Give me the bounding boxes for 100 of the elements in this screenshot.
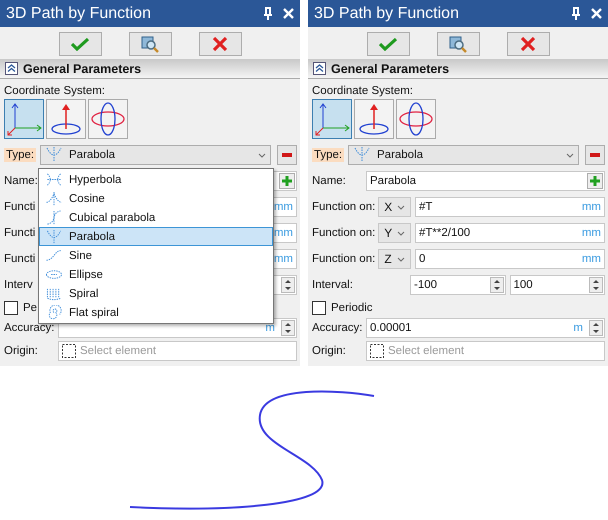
dropdown-option[interactable]: Hyperbola [39,170,273,189]
spin-buttons[interactable] [589,277,603,293]
close-icon[interactable] [591,8,602,19]
coordinate-system-button[interactable] [354,99,394,139]
plus-icon [589,175,601,187]
dropdown-option[interactable]: Ellipse [39,265,273,284]
add-button[interactable] [587,173,603,189]
unit-label: m [573,322,584,334]
curve-icon [45,228,63,244]
coordinate-system-button[interactable] [312,99,352,139]
close-icon[interactable] [283,8,294,19]
coordinate-system-label: Coordinate System: [312,85,414,97]
coordinate-system-button[interactable] [46,99,86,139]
magnifier-icon [449,35,467,53]
unit-label: mm [582,227,602,239]
collapse-icon[interactable] [313,62,326,75]
collapse-icon[interactable] [5,62,18,75]
unit-label: mm [274,201,294,213]
interval-label: Interv [4,279,33,291]
cancel-button[interactable] [198,32,242,56]
dropdown-option[interactable]: Parabola [39,227,273,246]
coordinate-system-label: Coordinate System: [4,85,106,97]
spin-buttons[interactable] [281,320,295,336]
chevron-icon [396,204,405,210]
function-field[interactable]: #T mm [415,197,605,217]
function-label: Function on: [312,201,376,213]
coordinate-system-button[interactable] [88,99,128,139]
interval-label: Interval: [312,279,353,291]
ok-button[interactable] [58,32,102,56]
function-label: Functi [4,227,36,239]
dropdown-option[interactable]: Sine [39,246,273,265]
curve-icon [45,248,63,264]
name-label: Name: [4,175,39,187]
cross-icon [212,36,228,52]
checkmark-icon [71,37,89,51]
dropdown-option[interactable]: Cubical parabola [39,208,273,227]
function-field[interactable]: 0 mm [415,249,605,269]
selection-icon [370,344,384,358]
window-title: 3D Path by Function [6,4,152,22]
spin-buttons[interactable] [490,277,504,293]
name-label: Name: [312,175,347,187]
selection-icon [62,344,76,358]
spin-buttons[interactable] [281,277,295,293]
function-label: Functi [4,201,36,213]
axis-dropdown[interactable]: Z [378,249,411,269]
curve-icon [45,190,63,206]
minus-icon [282,153,292,157]
function-label: Functi [4,253,36,265]
parabola-icon [353,146,371,164]
function-field[interactable]: #T**2/100 mm [415,223,605,243]
periodic-label: Periodic [331,302,373,314]
plus-icon [281,175,293,187]
sphere-icon [398,101,434,137]
periodic-checkbox[interactable] [4,301,18,315]
periodic-label: Pe [23,302,38,314]
spin-buttons[interactable] [589,320,603,336]
interval-start-field[interactable]: -100 [410,275,506,295]
name-field[interactable]: Parabola [366,171,605,191]
origin-label: Origin: [312,345,347,357]
accuracy-label: Accuracy: [4,322,54,334]
accuracy-field[interactable]: 0.00001 m [366,318,605,338]
ok-button[interactable] [366,32,410,56]
dropdown-option[interactable]: Spiral [39,284,273,303]
preview-button[interactable] [128,32,172,56]
dropdown-option[interactable]: Cosine [39,189,273,208]
function-label: Function on: [312,253,376,265]
axis-dropdown[interactable]: X [378,197,411,217]
chevron-icon [396,230,405,236]
type-label: Type: [4,148,36,162]
function-label: Function on: [312,227,376,239]
remove-button[interactable] [585,145,605,165]
chevron-icon [258,152,266,158]
section-header[interactable]: General Parameters [0,59,300,79]
add-button[interactable] [279,173,295,189]
coordinate-system-button[interactable] [396,99,436,139]
remove-button[interactable] [277,145,297,165]
minus-icon [590,153,600,157]
type-dropdown[interactable]: Parabola [40,145,271,165]
unit-label: mm [274,253,294,265]
cancel-button[interactable] [506,32,550,56]
interval-end-field[interactable]: 100 [510,275,605,295]
sphere-icon [90,101,126,137]
section-header[interactable]: General Parameters [308,59,608,79]
axes-icon [314,101,350,137]
magnifier-icon [141,35,159,53]
type-dropdown[interactable]: Parabola [348,145,579,165]
unit-label: m [265,322,276,334]
section-title: General Parameters [331,62,450,76]
pin-icon[interactable] [570,6,582,20]
periodic-checkbox[interactable] [312,301,326,315]
type-label: Type: [312,148,344,162]
unit-label: mm [274,227,294,239]
parabola-icon [45,146,63,164]
checkmark-icon [379,37,397,51]
pin-icon[interactable] [262,6,274,20]
axis-dropdown[interactable]: Y [378,223,411,243]
unit-label: mm [582,253,602,265]
coordinate-system-button[interactable] [4,99,44,139]
preview-button[interactable] [436,32,480,56]
chevron-icon [396,256,405,262]
